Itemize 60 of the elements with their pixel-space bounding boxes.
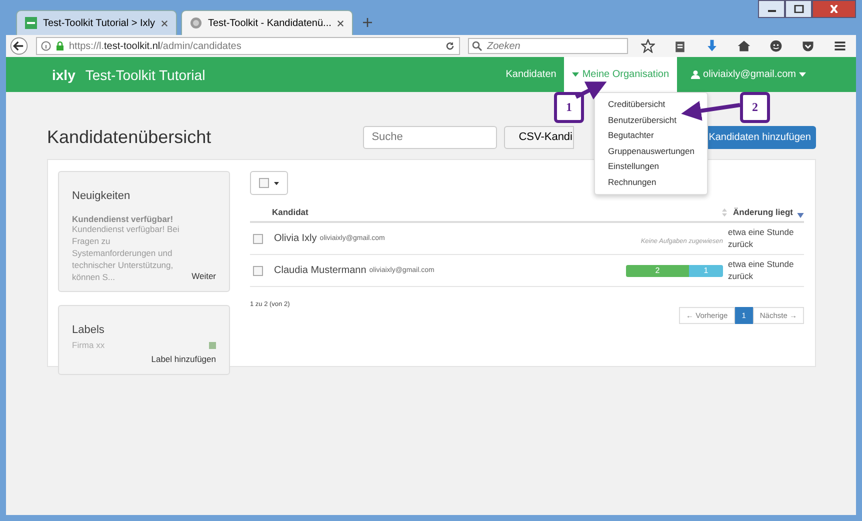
card-title: Neuigkeiten (72, 190, 132, 202)
candidate-name[interactable]: Claudia Mustermann (274, 265, 366, 276)
home-icon[interactable] (737, 39, 751, 53)
csv-import-button[interactable]: CSV-Kandi (504, 126, 574, 148)
add-label-link[interactable]: Label hinzufügen (151, 354, 216, 364)
pocket-icon[interactable] (801, 39, 815, 53)
caret-icon (572, 72, 580, 77)
progress-segment: 1 (689, 264, 723, 276)
menu-icon[interactable] (833, 39, 847, 53)
candidate-name[interactable]: Olivia Ixly (274, 233, 317, 244)
lock-icon (55, 41, 65, 51)
browser-tab[interactable]: Test-Toolkit Tutorial > Ixly (16, 10, 177, 35)
maximize-button[interactable] (785, 0, 812, 18)
callout-badge: 2 (740, 92, 770, 123)
close-icon (829, 5, 839, 13)
close-button[interactable] (812, 0, 856, 18)
sort-descending-icon[interactable] (797, 212, 804, 218)
menu-item[interactable]: Creditübersicht (595, 97, 707, 112)
column-header[interactable]: Änderung liegt (733, 207, 797, 217)
checkbox[interactable] (253, 234, 263, 244)
clipboard-icon[interactable] (673, 39, 687, 53)
search-field[interactable]: Zoeken (468, 38, 628, 54)
tab-title: Test-Toolkit Tutorial > Ixly (43, 18, 155, 28)
search-field[interactable]: Suche (362, 126, 497, 148)
page-title: Kandidatenübersicht (47, 126, 212, 148)
info-icon (41, 41, 51, 51)
checkbox[interactable] (259, 178, 269, 188)
menu-item[interactable]: Rechnungen (595, 174, 707, 190)
callout-arrow (575, 82, 607, 100)
reload-icon[interactable] (445, 41, 455, 51)
read-more-link[interactable]: Weiter (192, 271, 216, 282)
card-title: Labels (72, 324, 106, 336)
new-tab-icon[interactable] (363, 18, 372, 27)
address-field[interactable]: https://l.test-toolkit.nl/admin/candidates (36, 37, 460, 55)
maximize-icon (794, 5, 804, 13)
menu-item[interactable]: Einstellungen (595, 159, 707, 174)
column-header[interactable]: Kandidat (272, 207, 722, 217)
progress-segment: 2 (626, 264, 690, 276)
download-icon[interactable] (705, 39, 719, 53)
user-icon (691, 70, 700, 79)
news-headline: Kundendienst verfügbar! (72, 214, 174, 224)
caret-icon (799, 72, 806, 77)
star-icon[interactable] (641, 39, 655, 53)
browser-tab[interactable]: Test-Toolkit - Kandidatenü... (180, 10, 354, 35)
caret-icon (274, 180, 279, 186)
smiley-icon[interactable] (769, 39, 783, 53)
changed-time: etwa eine Stunde zurück (728, 259, 795, 282)
checkbox[interactable] (253, 266, 263, 276)
back-icon[interactable] (10, 37, 28, 55)
close-icon[interactable] (160, 20, 168, 26)
tab-title: Test-Toolkit - Kandidatenü... (208, 18, 332, 28)
changed-time: etwa eine Stunde zurück (728, 227, 795, 250)
search-icon (472, 41, 482, 51)
callout-badge: 1 (554, 92, 584, 123)
minimize-button[interactable] (758, 0, 785, 18)
callout-arrow (681, 100, 740, 121)
close-icon[interactable] (337, 20, 344, 26)
news-text: Kundendienst verfügbar! Bei Fragen zu Systemanforderungen und technischer Unterstützung, können S... (72, 224, 180, 284)
globe-icon (190, 17, 202, 29)
menu-item[interactable]: Benutzerübersicht (595, 112, 707, 128)
